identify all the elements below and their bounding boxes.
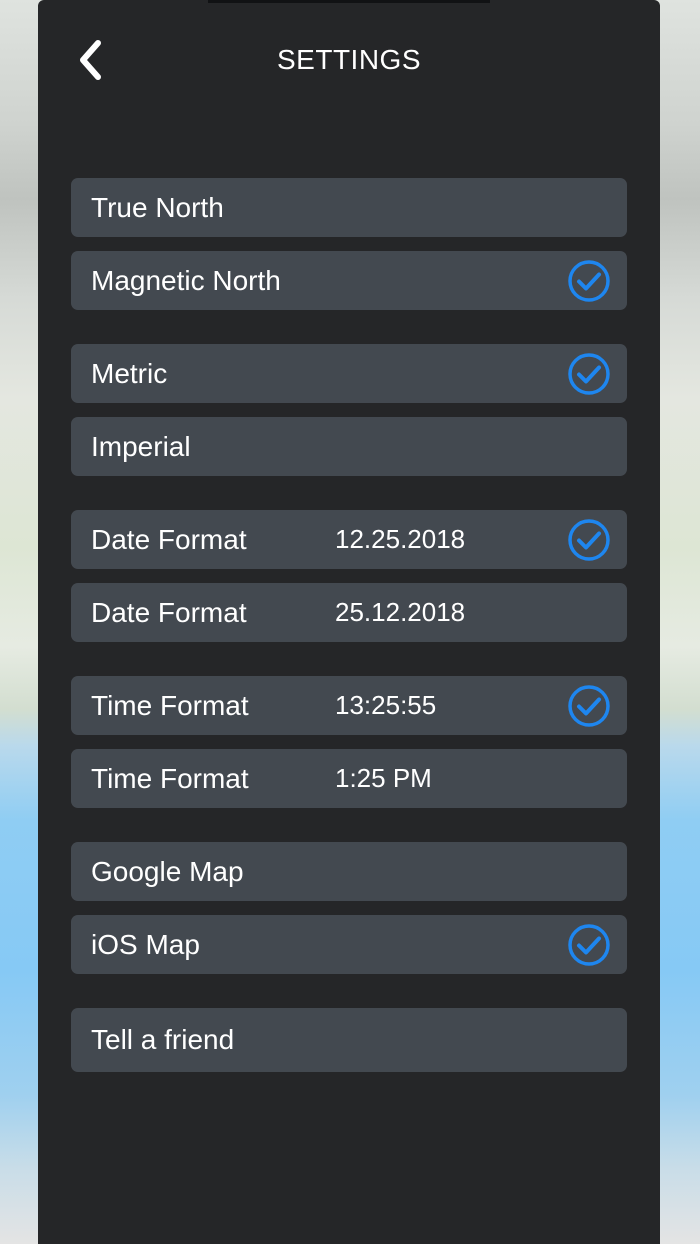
option-label: Time Format bbox=[91, 763, 249, 794]
option-value: 13:25:55 bbox=[335, 690, 437, 720]
option-ios-map[interactable]: iOS Map bbox=[71, 915, 627, 974]
device-notch bbox=[208, 0, 490, 3]
option-value: 12.25.2018 bbox=[335, 524, 466, 554]
option-label: Imperial bbox=[91, 431, 191, 462]
option-true-north[interactable]: True North bbox=[71, 178, 627, 237]
option-value: 1:25 PM bbox=[335, 763, 432, 793]
option-label: Date Format bbox=[91, 524, 247, 555]
checkmark-circle-icon bbox=[568, 924, 610, 966]
checkmark-circle-icon bbox=[568, 519, 610, 561]
option-date-format-us[interactable]: Date Format 12.25.2018 bbox=[71, 510, 627, 569]
option-time-format-24h[interactable]: Time Format 13:25:55 bbox=[71, 676, 627, 735]
page-title: SETTINGS bbox=[276, 44, 421, 75]
header-bar: SETTINGS bbox=[38, 28, 660, 92]
chevron-left-icon bbox=[80, 40, 101, 80]
option-google-map[interactable]: Google Map bbox=[71, 842, 627, 901]
option-label: Date Format bbox=[91, 597, 247, 628]
option-label: Magnetic North bbox=[91, 265, 281, 296]
option-imperial[interactable]: Imperial bbox=[71, 417, 627, 476]
checkmark-circle-icon bbox=[568, 260, 610, 302]
option-time-format-12h[interactable]: Time Format 1:25 PM bbox=[71, 749, 627, 808]
option-metric[interactable]: Metric bbox=[71, 344, 627, 403]
option-label: True North bbox=[91, 192, 224, 223]
option-label: Google Map bbox=[91, 856, 244, 887]
option-date-format-eu[interactable]: Date Format 25.12.2018 bbox=[71, 583, 627, 642]
checkmark-circle-icon bbox=[568, 353, 610, 395]
tell-a-friend-button[interactable]: Tell a friend bbox=[71, 1008, 627, 1072]
option-label: iOS Map bbox=[91, 929, 200, 960]
option-label: Metric bbox=[91, 358, 168, 389]
option-magnetic-north[interactable]: Magnetic North bbox=[71, 251, 627, 310]
option-label: Time Format bbox=[91, 690, 249, 721]
settings-panel: SETTINGS True North Magnetic North Metri… bbox=[38, 0, 660, 1244]
back-button[interactable] bbox=[68, 36, 112, 84]
option-value: 25.12.2018 bbox=[335, 597, 466, 627]
checkmark-circle-icon bbox=[568, 685, 610, 727]
option-label: Tell a friend bbox=[91, 1024, 235, 1055]
